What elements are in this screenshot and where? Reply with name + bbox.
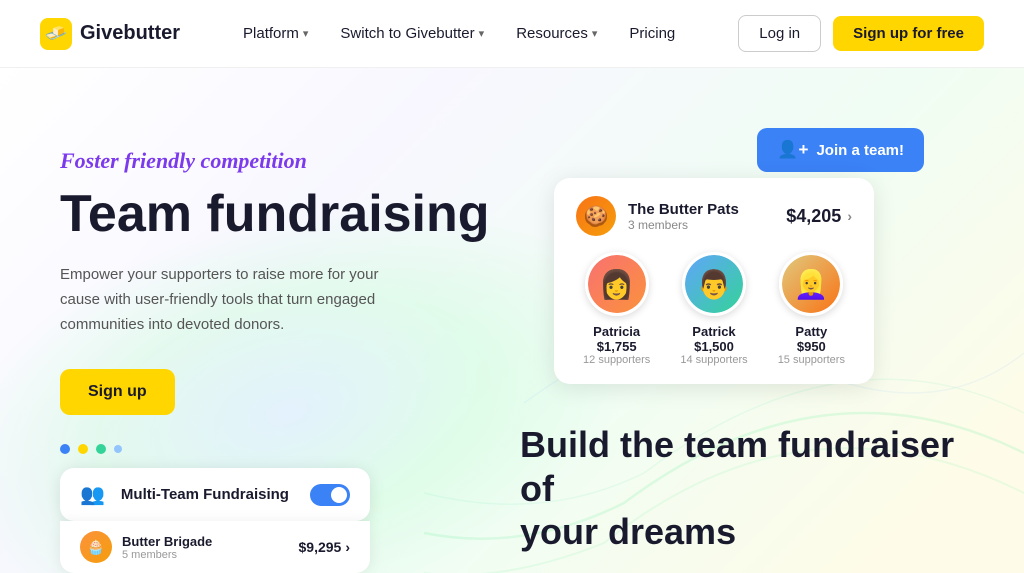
member-patricia: 👩 Patricia $1,755 12 supporters <box>583 252 650 366</box>
sub-team-amount: $9,295 › <box>299 539 351 555</box>
member-supporters: 15 supporters <box>778 354 845 366</box>
hero-tagline: Foster friendly competition <box>60 148 544 174</box>
hero-title: Team fundraising <box>60 186 544 243</box>
hero-right: 👤+ Join a team! 🍪 The Butter Pats 3 memb… <box>544 128 964 508</box>
member-supporters: 14 supporters <box>680 354 747 366</box>
sub-team-name: Butter Brigade <box>122 534 299 549</box>
nav-links: Platform ▾ Switch to Givebutter ▾ Resour… <box>243 25 675 42</box>
members-row: 👩 Patricia $1,755 12 supporters 👨 Patric… <box>576 252 852 366</box>
hero-left: Foster friendly competition Team fundrai… <box>60 128 544 415</box>
user-plus-icon: 👤+ <box>777 140 808 160</box>
sub-team-avatar: 🧁 <box>80 531 112 563</box>
team-member-count: 3 members <box>628 218 786 232</box>
hero-section: Foster friendly competition Team fundrai… <box>0 68 1024 573</box>
logo-text: Givebutter <box>80 22 180 45</box>
nav-actions: Log in Sign up for free <box>738 15 984 52</box>
hero-content: Foster friendly competition Team fundrai… <box>0 68 1024 508</box>
member-avatar-patricia: 👩 <box>585 252 649 316</box>
member-name: Patty <box>778 324 845 339</box>
team-card: 🍪 The Butter Pats 3 members $4,205 › 👩 <box>554 178 874 384</box>
member-amount: $1,500 <box>680 339 747 354</box>
team-info: The Butter Pats 3 members <box>628 201 786 232</box>
sub-team-members: 5 members <box>122 549 299 561</box>
chevron-down-icon: ▾ <box>592 27 598 40</box>
member-avatar-patty: 👱‍♀️ <box>779 252 843 316</box>
chevron-right-icon: › <box>345 539 350 555</box>
nav-switch[interactable]: Switch to Givebutter ▾ <box>340 25 484 42</box>
nav-platform[interactable]: Platform ▾ <box>243 25 308 42</box>
member-patrick: 👨 Patrick $1,500 14 supporters <box>680 252 747 366</box>
nav-resources[interactable]: Resources ▾ <box>516 25 597 42</box>
team-avatar: 🍪 <box>576 196 616 236</box>
team-name: The Butter Pats <box>628 201 786 218</box>
signup-button[interactable]: Sign up for free <box>833 16 984 51</box>
member-supporters: 12 supporters <box>583 354 650 366</box>
member-amount: $1,755 <box>583 339 650 354</box>
hero-description: Empower your supporters to raise more fo… <box>60 263 400 337</box>
chevron-down-icon: ▾ <box>303 27 309 40</box>
join-team-button[interactable]: 👤+ Join a team! <box>757 128 924 172</box>
member-avatar-patrick: 👨 <box>682 252 746 316</box>
hero-signup-button[interactable]: Sign up <box>60 369 175 415</box>
chevron-down-icon: ▾ <box>479 27 485 40</box>
sub-team-card: 🧁 Butter Brigade 5 members $9,295 › <box>60 521 370 573</box>
chevron-right-icon: › <box>847 208 852 224</box>
sub-team-info: Butter Brigade 5 members <box>122 534 299 561</box>
team-amount: $4,205 › <box>786 206 852 227</box>
logo-icon: 🧈 <box>40 18 72 50</box>
member-name: Patricia <box>583 324 650 339</box>
navbar: 🧈 Givebutter Platform ▾ Switch to Givebu… <box>0 0 1024 68</box>
team-card-header: 🍪 The Butter Pats 3 members $4,205 › <box>576 196 852 236</box>
member-amount: $950 <box>778 339 845 354</box>
member-name: Patrick <box>680 324 747 339</box>
login-button[interactable]: Log in <box>738 15 821 52</box>
nav-pricing[interactable]: Pricing <box>629 25 675 42</box>
member-patty: 👱‍♀️ Patty $950 15 supporters <box>778 252 845 366</box>
logo[interactable]: 🧈 Givebutter <box>40 18 180 50</box>
